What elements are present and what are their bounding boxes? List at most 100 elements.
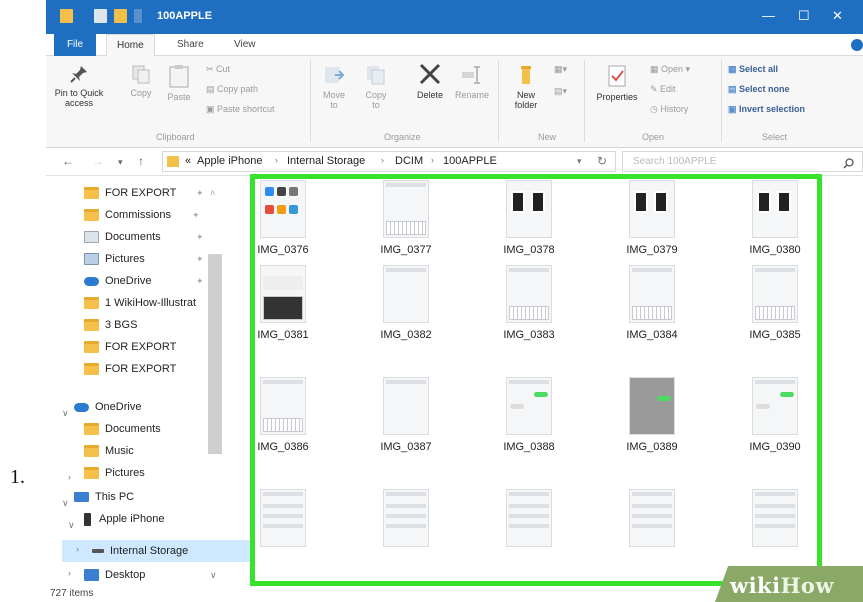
nav-item-pictures[interactable]: Pictures [84,248,145,270]
pin-icon[interactable]: ✦ [196,232,204,243]
address-dropdown-icon[interactable]: ▾ [577,156,582,167]
pin-icon [70,66,87,83]
search-input[interactable]: Search 100APPLE [622,151,863,172]
open-group-label: Open [642,132,665,142]
chevron-down-icon[interactable]: ∨ [68,520,75,531]
properties-qa-icon[interactable] [94,9,107,23]
scroll-up-icon[interactable]: ˄ [210,188,215,198]
copy-button[interactable]: Copy [126,64,156,98]
new-item-icon[interactable]: ▦▾ [554,64,567,75]
close-button[interactable]: ✕ [832,8,843,24]
customize-qa-icon[interactable] [134,9,142,23]
nav-item-3-bgs[interactable]: 3 BGS [84,314,137,336]
edit-label: Edit [660,84,676,94]
cut-button[interactable]: ✂ Cut [206,64,230,75]
pictures-icon [84,253,99,266]
properties-button[interactable]: Properties [590,64,644,102]
delete-button[interactable]: Delete [410,62,450,100]
search-icon[interactable] [843,158,854,169]
pin-icon[interactable]: ✦ [196,254,204,265]
watermark-how: How [780,573,835,598]
paste-shortcut-icon: ▣ [206,104,218,114]
easy-access-icon[interactable]: ▤▾ [554,86,567,97]
tab-home[interactable]: Home [106,34,155,56]
chevron-right-icon[interactable]: › [68,568,71,578]
nav-item-this-pc[interactable]: This PC [74,486,134,508]
nav-item-for-export-2[interactable]: FOR EXPORT [84,336,176,358]
paste-shortcut-button[interactable]: ▣ Paste shortcut [206,104,275,115]
chevron-right-icon[interactable]: › [381,155,384,165]
nav-item-onedrive-root[interactable]: OneDrive [74,396,141,418]
nav-item-onedrive[interactable]: OneDrive [84,270,151,292]
history-button[interactable]: ◷ History [650,104,688,115]
nav-item-internal-storage[interactable]: Internal Storage [92,540,188,562]
select-none-button[interactable]: ▤ Select none [728,84,790,95]
help-icon[interactable] [851,39,863,51]
nav-item-label: FOR EXPORT [105,187,177,200]
tab-file[interactable]: File [54,34,96,56]
chevron-right-icon[interactable]: › [76,544,79,554]
maximize-button[interactable]: ☐ [798,8,810,24]
desktop-icon [84,569,99,582]
folder-icon [84,319,99,332]
nav-item-desktop[interactable]: Desktop [84,564,145,586]
path-box[interactable]: « Apple iPhone › Internal Storage › DCIM… [162,151,616,172]
paste-button[interactable]: Paste [162,64,196,102]
tab-view[interactable]: View [234,39,256,50]
breadcrumb-internal-storage[interactable]: Internal Storage [287,155,365,167]
nav-item-documents[interactable]: Documents [84,226,161,248]
pin-icon[interactable]: ✦ [192,210,200,221]
rename-label: Rename [454,90,490,100]
nav-item-onedrive-music[interactable]: Music [84,440,134,462]
breadcrumb-100apple[interactable]: 100APPLE [443,155,497,167]
cut-label: Cut [216,64,231,74]
minimize-button[interactable]: — [762,8,775,23]
tab-share[interactable]: Share [177,39,204,50]
select-all-button[interactable]: ▦ Select all [728,64,778,75]
pin-icon[interactable]: ✦ [196,276,204,287]
recent-locations-icon[interactable]: ▾ [118,157,123,168]
nav-scrollbar[interactable] [208,254,222,454]
new-folder-button[interactable]: New folder [504,64,548,110]
invert-selection-button[interactable]: ▣ Invert selection [728,104,805,115]
search-placeholder: Search 100APPLE [633,156,717,167]
nav-item-apple-iphone[interactable]: Apple iPhone [84,508,164,530]
pin-to-quick-access-button[interactable]: Pin to Quick access [50,64,108,108]
edit-icon: ✎ [650,84,661,94]
back-arrow-icon[interactable]: ← [62,154,74,168]
copy-path-button[interactable]: ▤ Copy path [206,84,258,95]
nav-item-onedrive-pictures[interactable]: Pictures [84,462,145,484]
chevron-down-icon[interactable]: ∨ [210,570,217,581]
open-button[interactable]: ▦ Open ▾ [650,64,690,75]
refresh-icon[interactable]: ↻ [597,154,607,168]
forward-arrow-icon[interactable]: → [92,154,104,168]
nav-item-onedrive-documents[interactable]: Documents [84,418,161,440]
chevron-right-icon[interactable]: › [431,155,434,165]
breadcrumb-apple-iphone[interactable]: Apple iPhone [197,155,262,167]
new-folder-qa-icon[interactable] [114,9,127,23]
nav-item-for-export[interactable]: FOR EXPORT [84,182,176,204]
highlight-box [250,174,822,586]
chevron-right-icon[interactable]: › [68,472,71,482]
folder-icon [84,423,99,436]
rename-button[interactable]: Rename [452,64,492,100]
title-bar: 100APPLE — ☐ ✕ [46,0,863,34]
chevron-down-icon[interactable]: ∨ [62,498,69,509]
copy-to-button[interactable]: Copy to [358,64,394,110]
edit-button[interactable]: ✎ Edit [650,84,676,95]
copy-to-label-1: Copy [365,90,387,100]
nav-item-label: Documents [105,423,161,436]
up-arrow-icon[interactable]: ↑ [138,154,144,168]
nav-item-commissions[interactable]: Commissions [84,204,171,226]
select-none-label: Select none [739,84,790,94]
nav-item-label: Commissions [105,209,172,222]
pin-icon[interactable]: ✦ [196,188,204,199]
nav-item-wikihow-illustrat[interactable]: 1 WikiHow-Illustrat [84,292,196,314]
breadcrumb-dcim[interactable]: DCIM [395,155,423,167]
move-to-button[interactable]: Move to [316,64,352,110]
breadcrumb-overflow[interactable]: « [185,155,191,167]
nav-item-for-export-3[interactable]: FOR EXPORT [84,358,176,380]
chevron-down-icon[interactable]: ∨ [62,408,69,419]
new-folder-icon [521,66,531,84]
chevron-right-icon[interactable]: › [275,155,278,165]
